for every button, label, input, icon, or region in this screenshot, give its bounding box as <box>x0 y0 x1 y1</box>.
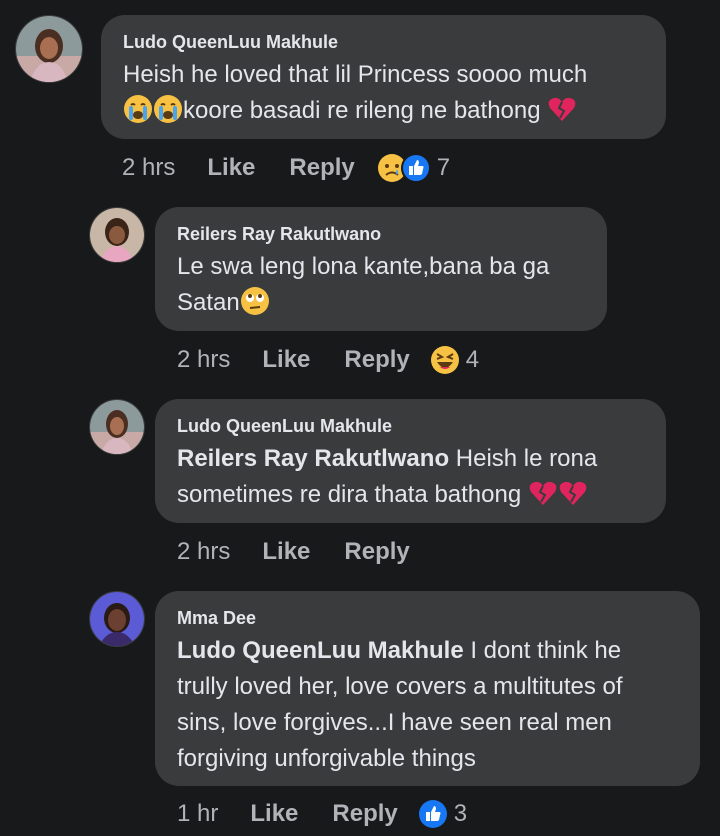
comment-text-line: trully loved her, love covers a multitut… <box>177 673 623 700</box>
broken-heart-icon <box>558 478 588 508</box>
comment-text: Heish le rona <box>449 445 598 472</box>
comment-actions: 1 hr Like Reply 3 <box>177 797 467 831</box>
reaction-count: 3 <box>453 800 468 827</box>
reply-button[interactable]: Reply <box>344 346 409 374</box>
comment-text-line: forgiving unforgivable things <box>177 745 476 772</box>
like-reaction-icon <box>418 799 448 829</box>
comment-text-line: sometimes re dira thata bathong <box>177 477 648 513</box>
comment-text-line: sins, love forgives...I have seen real m… <box>177 709 612 736</box>
haha-reaction-icon <box>430 345 460 375</box>
comment-text: Satan <box>177 289 240 316</box>
comment-actions: 2 hrs Like Reply 7 <box>122 151 450 185</box>
rolling-eyes-icon <box>240 286 270 316</box>
comment-author[interactable]: Ludo QueenLuu Makhule <box>123 31 648 53</box>
like-reaction-icon <box>400 153 431 183</box>
reaction-count: 4 <box>465 346 480 373</box>
comment-bubble: Ludo QueenLuu Makhule Heish he loved tha… <box>101 15 666 139</box>
broken-heart-icon <box>528 478 558 508</box>
timestamp[interactable]: 1 hr <box>177 800 218 828</box>
comment-bubble: Reilers Ray Rakutlwano Le swa leng lona … <box>155 207 607 331</box>
comment-bubble: Ludo QueenLuu Makhule Reilers Ray Rakutl… <box>155 399 666 523</box>
reactions-summary[interactable]: 3 <box>418 799 467 829</box>
comment-author[interactable]: Ludo QueenLuu Makhule <box>177 415 648 437</box>
comment-text-line: koore basadi re rileng ne bathong <box>123 93 648 129</box>
comment-text: koore basadi re rileng ne bathong <box>183 97 541 124</box>
comment-bubble: Mma Dee Ludo QueenLuu Makhule I dont thi… <box>155 591 700 786</box>
like-button[interactable]: Like <box>207 154 255 182</box>
avatar[interactable] <box>89 207 145 263</box>
mention-link[interactable]: Ludo QueenLuu Makhule <box>177 637 464 664</box>
reaction-count: 7 <box>436 154 451 181</box>
avatar[interactable] <box>89 399 145 455</box>
reply-button[interactable]: Reply <box>289 154 354 182</box>
comment-text-line: Heish he loved that lil Princess soooo m… <box>123 61 588 88</box>
crying-face-icon <box>123 94 153 124</box>
reply-button[interactable]: Reply <box>344 538 409 566</box>
reply-button[interactable]: Reply <box>332 800 397 828</box>
reactions-summary[interactable]: 7 <box>377 153 450 183</box>
comment-actions: 2 hrs Like Reply <box>177 535 410 569</box>
crying-face-icon <box>153 94 183 124</box>
comment-author[interactable]: Reilers Ray Rakutlwano <box>177 223 589 245</box>
like-button[interactable]: Like <box>250 800 298 828</box>
comment-text-line: Ludo QueenLuu Makhule I dont think he <box>177 633 682 669</box>
comment-text: I dont think he <box>463 637 622 664</box>
comment-text-line: Reilers Ray Rakutlwano Heish le rona <box>177 441 648 477</box>
like-button[interactable]: Like <box>262 346 310 374</box>
avatar[interactable] <box>89 591 145 647</box>
comment-text: sometimes re dira thata bathong <box>177 481 522 508</box>
timestamp[interactable]: 2 hrs <box>177 346 230 374</box>
reactions-summary[interactable]: 4 <box>430 345 479 375</box>
timestamp[interactable]: 2 hrs <box>177 538 230 566</box>
comment-author[interactable]: Mma Dee <box>177 607 682 629</box>
comment-text-line: Satan <box>177 285 589 321</box>
avatar[interactable] <box>15 15 83 83</box>
like-button[interactable]: Like <box>262 538 310 566</box>
comment-actions: 2 hrs Like Reply 4 <box>177 343 479 377</box>
comment-text-line: Le swa leng lona kante,bana ba ga <box>177 253 550 280</box>
broken-heart-icon <box>547 94 577 124</box>
timestamp[interactable]: 2 hrs <box>122 154 175 182</box>
mention-link[interactable]: Reilers Ray Rakutlwano <box>177 445 449 472</box>
